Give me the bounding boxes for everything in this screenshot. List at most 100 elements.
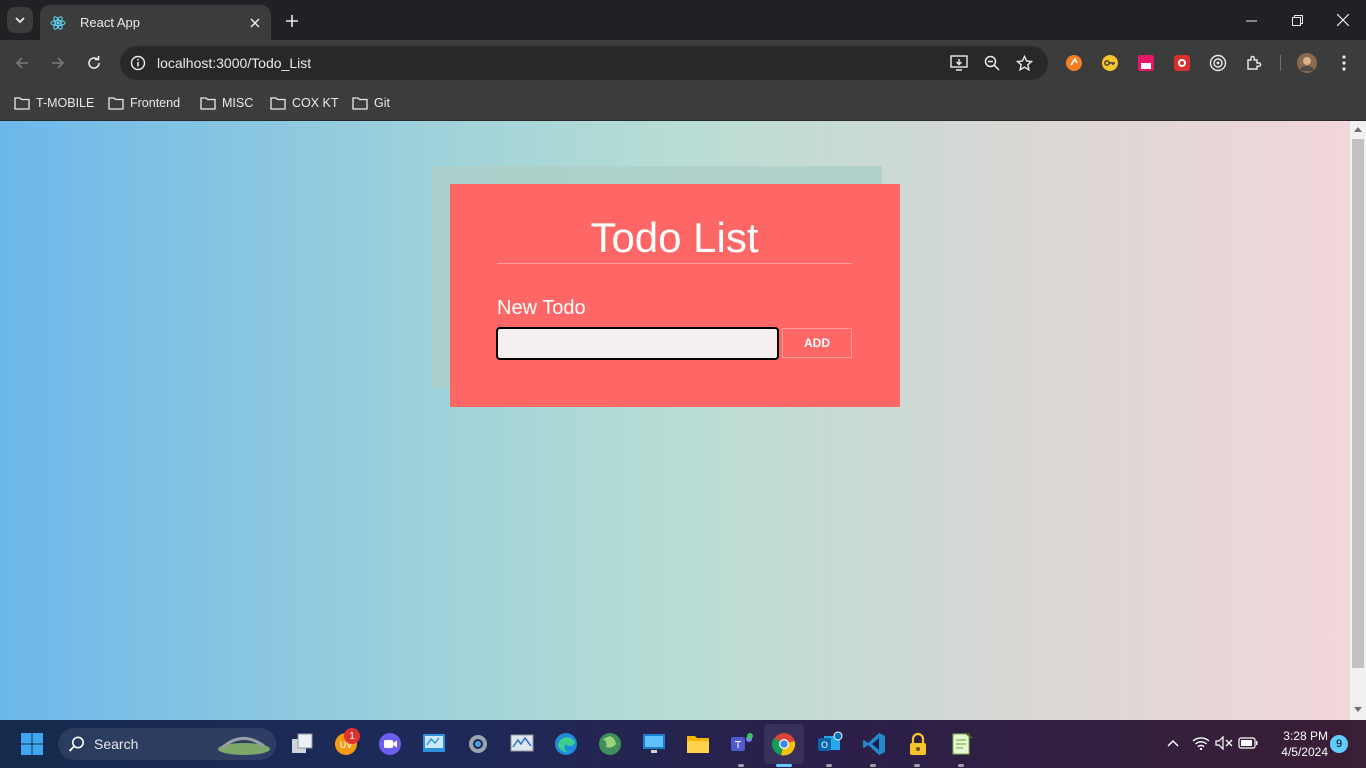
bookmarks-bar: T-MOBILE Frontend MISC COX KT Git [0, 86, 1366, 121]
bookmark-label: MISC [222, 96, 254, 110]
minimize-button[interactable] [1228, 0, 1274, 40]
bookmark-label: COX KT [292, 96, 339, 110]
taskbar-search[interactable]: Search [58, 728, 276, 760]
tab-title: React App [80, 15, 140, 30]
settings-icon[interactable] [464, 730, 492, 758]
restore-icon [1291, 14, 1303, 26]
lock-app-icon[interactable] [904, 730, 932, 758]
extensions-puzzle-icon[interactable] [1244, 53, 1264, 73]
profile-avatar[interactable] [1297, 53, 1317, 73]
new-todo-input[interactable] [496, 327, 779, 360]
scrollbar-thumb[interactable] [1352, 139, 1364, 668]
minimize-icon [1245, 20, 1257, 21]
extension-target-icon[interactable] [1208, 53, 1228, 73]
search-highlight-icon [218, 737, 270, 755]
browser-tab[interactable]: React App [40, 5, 271, 40]
toolbar-divider [1280, 55, 1281, 71]
search-icon [68, 736, 84, 752]
wifi-icon[interactable] [1191, 733, 1211, 753]
extension-orange-icon[interactable] [1064, 53, 1084, 73]
system-clock[interactable]: 3:28 PM 4/5/2024 [1268, 728, 1328, 760]
folder-icon [352, 97, 368, 110]
plus-icon [286, 15, 298, 27]
title-divider [497, 263, 852, 264]
zoom-icon[interactable] [982, 53, 1002, 73]
reload-icon [88, 56, 100, 69]
clock-time: 3:28 PM [1283, 729, 1328, 743]
chrome-icon[interactable] [770, 730, 798, 758]
close-icon [1337, 14, 1349, 26]
arrow-right-icon [52, 57, 65, 69]
menu-kebab-icon[interactable] [1334, 53, 1354, 73]
page-title: Todo List [590, 214, 759, 261]
task-view-icon[interactable] [288, 730, 316, 758]
folder-icon [270, 97, 286, 110]
edge-icon[interactable] [552, 730, 580, 758]
todo-card: Todo List New Todo ADD [450, 184, 900, 407]
bookmark-label: Git [374, 96, 390, 110]
site-info-icon[interactable] [128, 53, 148, 73]
video-call-icon[interactable] [376, 730, 404, 758]
active-indicator [776, 764, 792, 767]
whiteboard-icon[interactable] [420, 730, 448, 758]
remote-desktop-icon[interactable] [640, 730, 668, 758]
running-indicator [826, 764, 832, 767]
address-bar[interactable]: localhost:3000/Todo_List [120, 46, 1048, 80]
vscode-icon[interactable] [860, 730, 888, 758]
chevron-up-icon[interactable] [1163, 733, 1183, 753]
bookmark-folder[interactable]: Git [352, 92, 390, 114]
bookmark-label: Frontend [130, 96, 181, 110]
new-tab-button[interactable] [280, 9, 304, 33]
bookmark-folder[interactable]: MISC [200, 92, 253, 114]
svg-text:O: O [821, 741, 828, 751]
windows-start-icon[interactable] [18, 730, 46, 758]
back-button[interactable] [8, 49, 36, 77]
running-indicator [958, 764, 964, 767]
taskbar: Search UV 1 T O 3:28 PM 4/5/2024 9 [0, 720, 1366, 768]
folder-icon [200, 97, 216, 110]
chevron-down-icon [15, 17, 25, 24]
bookmark-star-icon[interactable] [1014, 53, 1034, 73]
close-icon [250, 17, 260, 28]
notepad-icon[interactable] [948, 730, 976, 758]
notification-badge: 1 [344, 728, 360, 744]
teams-icon[interactable]: T [728, 730, 756, 758]
restore-button[interactable] [1274, 0, 1320, 40]
reload-button[interactable] [80, 49, 108, 77]
outlook-icon[interactable]: O [816, 730, 844, 758]
extension-key-icon[interactable] [1100, 53, 1120, 73]
bookmark-label: T-MOBILE [36, 96, 95, 110]
tab-close-button[interactable] [245, 13, 265, 33]
folder-icon [108, 97, 124, 110]
browser-toolbar: localhost:3000/Todo_List [0, 40, 1366, 86]
title-bar: React App [0, 0, 1366, 40]
scroll-up-icon[interactable] [1354, 125, 1362, 133]
monitor-icon[interactable] [508, 730, 536, 758]
url-text[interactable]: localhost:3000/Todo_List [157, 55, 311, 71]
page-viewport: Todo List New Todo ADD [0, 121, 1350, 720]
arrow-left-icon [15, 57, 28, 69]
bookmark-folder[interactable]: Frontend [108, 92, 180, 114]
extension-pink-icon[interactable] [1136, 53, 1156, 73]
scroll-down-icon[interactable] [1354, 706, 1362, 714]
globe-app-icon[interactable] [596, 730, 624, 758]
bookmark-folder[interactable]: T-MOBILE [14, 92, 94, 114]
battery-icon[interactable] [1238, 733, 1258, 753]
search-label: Search [94, 736, 139, 752]
svg-text:T: T [734, 740, 742, 751]
page-scrollbar[interactable] [1350, 121, 1366, 720]
forward-button[interactable] [44, 49, 72, 77]
folder-icon [14, 97, 30, 110]
extension-red-icon[interactable] [1172, 53, 1192, 73]
bookmark-folder[interactable]: COX KT [270, 92, 339, 114]
running-indicator [738, 764, 744, 767]
notification-count-badge[interactable]: 9 [1330, 735, 1348, 753]
file-explorer-icon[interactable] [684, 730, 712, 758]
install-app-icon[interactable] [949, 53, 969, 73]
add-button[interactable]: ADD [782, 328, 852, 358]
tab-search-button[interactable] [7, 7, 33, 33]
close-window-button[interactable] [1320, 0, 1366, 40]
volume-muted-icon[interactable] [1214, 733, 1234, 753]
running-indicator [914, 764, 920, 767]
running-indicator [870, 764, 876, 767]
